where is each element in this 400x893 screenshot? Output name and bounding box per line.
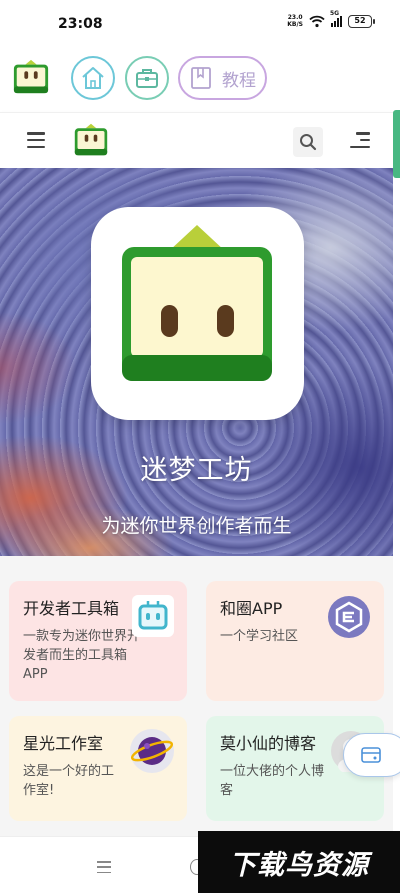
toolbox-button[interactable] bbox=[125, 56, 169, 100]
site-logo-icon[interactable] bbox=[73, 122, 109, 158]
app-bar: 教程 bbox=[0, 50, 400, 110]
battery-indicator: 52 bbox=[348, 14, 375, 28]
page-header bbox=[0, 112, 393, 168]
card-hequan-app[interactable]: 和圈APP 一个学习社区 bbox=[206, 581, 384, 701]
menu-icon[interactable] bbox=[27, 132, 45, 148]
robot-box-icon bbox=[132, 595, 174, 637]
tutorial-label: 教程 bbox=[222, 70, 256, 91]
planet-icon bbox=[130, 729, 174, 773]
card-description: 一款专为迷你世界开发者而生的工具箱APP bbox=[23, 629, 141, 682]
hero-logo-icon bbox=[122, 225, 272, 381]
scroll-indicator bbox=[393, 110, 400, 178]
tutorial-button[interactable]: 教程 bbox=[178, 56, 267, 100]
watermark-text: 下载鸟资源 bbox=[229, 849, 369, 881]
watermark-logo: 下载鸟资源 bbox=[198, 831, 400, 893]
home-icon bbox=[82, 67, 104, 89]
briefcase-icon bbox=[136, 69, 158, 88]
app-logo-icon[interactable] bbox=[12, 58, 50, 96]
card-developer-toolbox[interactable]: 开发者工具箱 一款专为迷你世界开发者而生的工具箱APP bbox=[9, 581, 187, 701]
hexagon-e-icon bbox=[328, 596, 370, 638]
card-description: 一位大佬的个人博客 bbox=[220, 764, 325, 798]
hero-banner: 迷梦工坊 为迷你世界创作者而生 bbox=[0, 168, 393, 556]
recent-apps-button[interactable] bbox=[97, 861, 111, 873]
hero-subtitle: 为迷你世界创作者而生 bbox=[101, 515, 292, 537]
side-menu-icon[interactable] bbox=[350, 132, 370, 148]
card-grid: 开发者工具箱 一款专为迷你世界开发者而生的工具箱APP 和圈APP 一个学习社区… bbox=[0, 556, 393, 836]
signal-label: 5G bbox=[330, 9, 340, 17]
card-description: 这是一个好的工作室! bbox=[23, 764, 115, 798]
hero-logo-card bbox=[91, 207, 304, 420]
wifi-icon bbox=[309, 15, 325, 27]
card-starlight-studio[interactable]: 星光工作室 这是一个好的工作室! bbox=[9, 716, 187, 821]
floating-card-button[interactable] bbox=[343, 733, 400, 777]
status-bar: 23:08 23.0 KB/S 5G 52 bbox=[0, 0, 400, 50]
card-icon bbox=[361, 747, 381, 763]
search-icon bbox=[300, 134, 317, 151]
hero-title: 迷梦工坊 bbox=[140, 455, 253, 486]
search-button[interactable] bbox=[293, 127, 323, 157]
home-button[interactable] bbox=[71, 56, 115, 100]
network-speed: 23.0 KB/S bbox=[287, 14, 303, 28]
status-icons: 23.0 KB/S 5G 52 bbox=[287, 10, 375, 28]
book-icon bbox=[191, 67, 211, 89]
status-time: 23:08 bbox=[58, 16, 103, 32]
cell-signal: 5G bbox=[330, 10, 342, 27]
